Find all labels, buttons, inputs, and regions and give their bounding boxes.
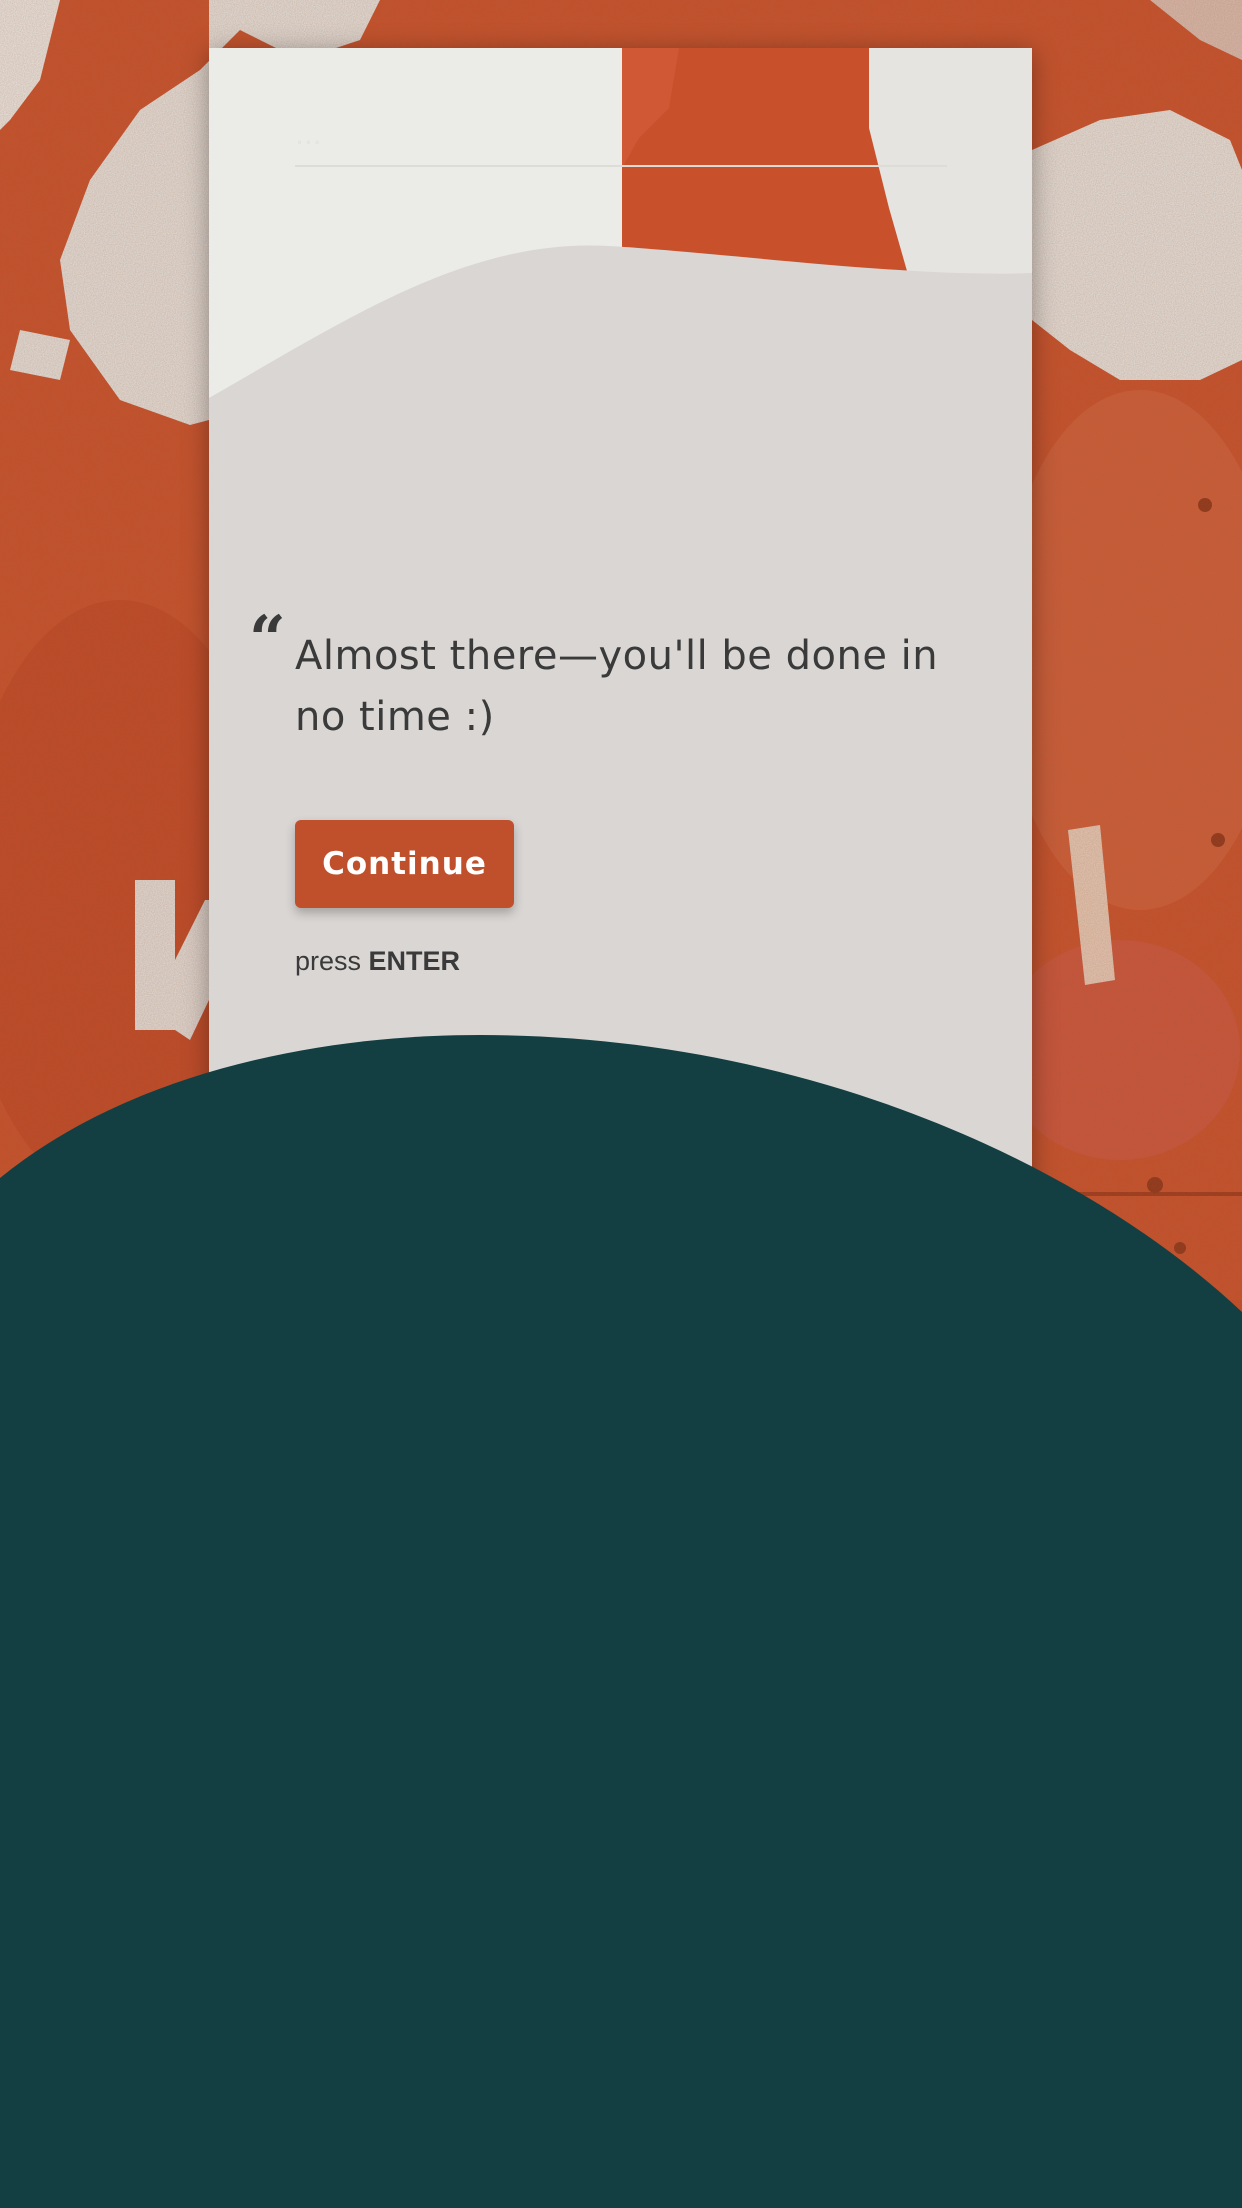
hint-key: ENTER: [368, 946, 461, 976]
previous-field-ghost: ···: [295, 126, 322, 159]
continue-button[interactable]: Continue: [295, 820, 514, 908]
question-message: Almost there—you'll be done in no time :…: [295, 633, 939, 740]
card-top-backdrop: [209, 48, 1032, 448]
quote-icon: “: [249, 602, 286, 677]
previous-field-underline: [295, 165, 947, 167]
hint-prefix: press: [295, 946, 362, 976]
keyboard-hint: press ENTER: [295, 946, 460, 977]
form-card: ··· “ Almost there—you'll be done in no …: [209, 48, 1032, 1348]
